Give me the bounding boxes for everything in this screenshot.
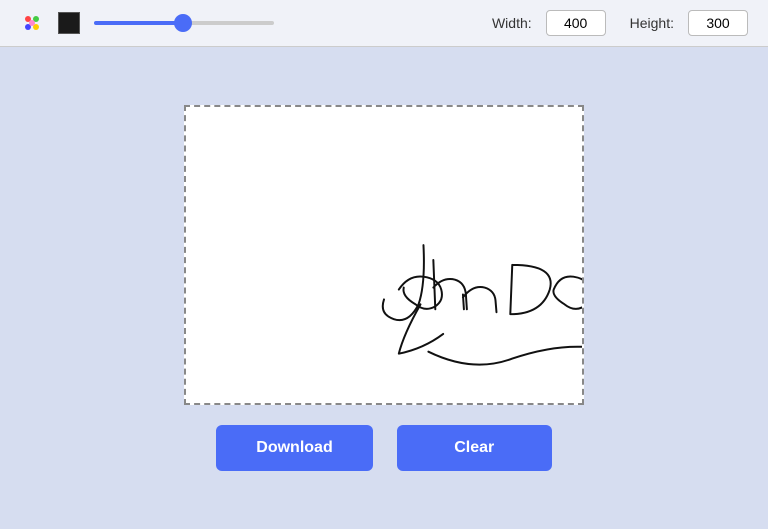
buttons-row: Download Clear (216, 425, 551, 471)
height-input[interactable] (688, 10, 748, 36)
color-picker-icon[interactable] (20, 11, 44, 35)
height-label: Height: (630, 15, 674, 31)
width-label: Width: (492, 15, 532, 31)
brush-size-slider-container (94, 21, 468, 25)
signature-svg (186, 107, 582, 403)
canvas-area: Download Clear (0, 47, 768, 529)
toolbar: Width: Height: (0, 0, 768, 47)
signature-canvas[interactable] (184, 105, 584, 405)
download-button[interactable]: Download (216, 425, 372, 471)
width-input[interactable] (546, 10, 606, 36)
brush-size-slider[interactable] (94, 21, 274, 25)
clear-button[interactable]: Clear (397, 425, 552, 471)
brush-color-box[interactable] (58, 12, 80, 34)
